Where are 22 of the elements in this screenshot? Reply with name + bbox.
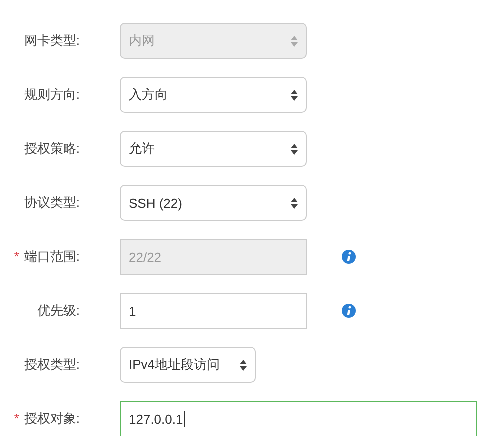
field-label: 端口范围: xyxy=(24,249,80,264)
field-label: 授权对象: xyxy=(24,411,80,426)
field-label: 授权策略: xyxy=(24,141,80,156)
updown-arrows-icon xyxy=(291,144,298,154)
field-label: 规则方向: xyxy=(24,87,80,102)
updown-arrows-icon xyxy=(240,360,247,370)
info-icon[interactable] xyxy=(342,304,356,318)
input-field[interactable]: 1 xyxy=(120,293,307,329)
input-field[interactable]: 127.0.0.1 xyxy=(120,401,477,436)
select-field[interactable]: 入方向 xyxy=(120,77,307,113)
select-field[interactable]: IPv4地址段访问 xyxy=(120,347,256,383)
field-label: 优先级: xyxy=(37,303,80,318)
updown-arrows-icon xyxy=(291,36,298,46)
updown-arrows-icon xyxy=(291,90,298,100)
field-label: 协议类型: xyxy=(24,195,80,210)
select-field[interactable]: 允许 xyxy=(120,131,307,167)
updown-arrows-icon xyxy=(291,198,298,208)
field-label: 授权类型: xyxy=(24,357,80,372)
required-mark: * xyxy=(14,411,20,426)
field-label: 网卡类型: xyxy=(24,33,80,48)
select-field[interactable]: SSH (22) xyxy=(120,185,307,221)
required-mark: * xyxy=(14,249,20,264)
